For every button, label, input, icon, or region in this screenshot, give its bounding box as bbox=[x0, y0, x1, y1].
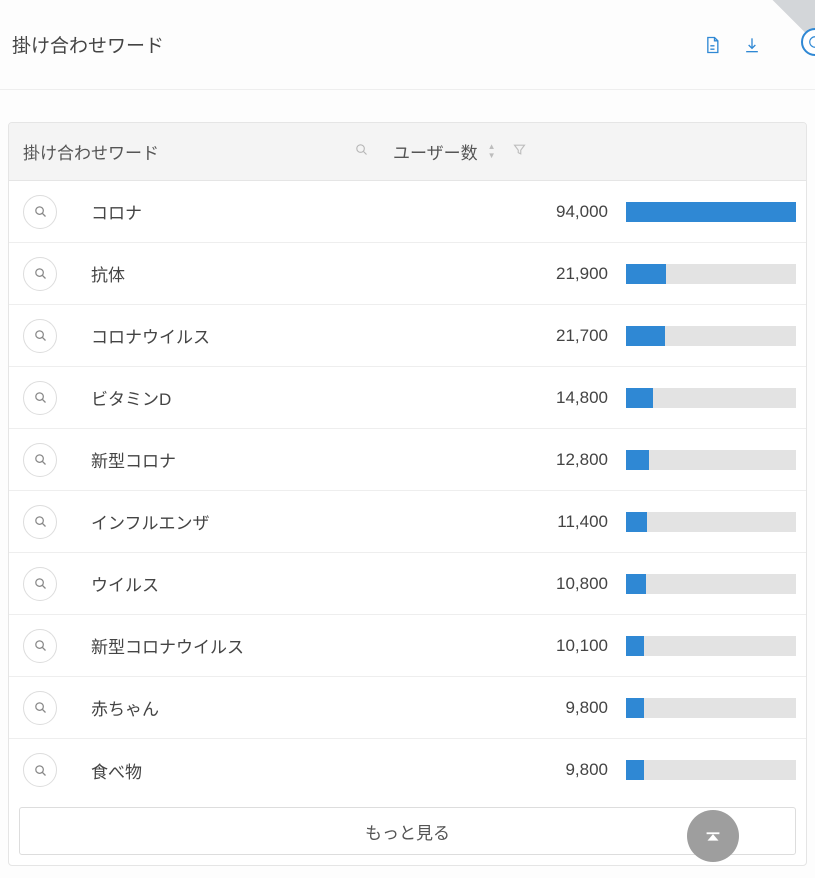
user-count-value: 11,400 bbox=[401, 512, 626, 532]
bar-track bbox=[626, 512, 796, 532]
bar-track bbox=[626, 326, 796, 346]
row-search-button[interactable] bbox=[23, 753, 57, 787]
scroll-to-top-button[interactable] bbox=[687, 810, 739, 862]
table-row: 食べ物 9,800 bbox=[9, 739, 806, 801]
search-icon[interactable] bbox=[354, 142, 369, 162]
column-header-users[interactable]: ユーザー数 ▲▼ bbox=[393, 139, 603, 164]
bar-fill bbox=[626, 760, 644, 780]
show-more-label: もっと見る bbox=[365, 819, 450, 844]
row-search-button[interactable] bbox=[23, 443, 57, 477]
section-header: 掛け合わせワード bbox=[0, 0, 815, 90]
info-icon[interactable] bbox=[801, 28, 815, 56]
show-more-button[interactable]: もっと見る bbox=[19, 807, 796, 855]
keyword-text: ウイルス bbox=[91, 571, 401, 596]
row-search-button[interactable] bbox=[23, 195, 57, 229]
filter-icon[interactable] bbox=[512, 142, 527, 162]
bar-track bbox=[626, 760, 796, 780]
table-row: 赤ちゃん 9,800 bbox=[9, 677, 806, 739]
bar-track bbox=[626, 388, 796, 408]
bar-fill bbox=[626, 636, 644, 656]
table-row: コロナウイルス 21,700 bbox=[9, 305, 806, 367]
table-row: 抗体 21,900 bbox=[9, 243, 806, 305]
bar-fill bbox=[626, 202, 796, 222]
keyword-text: 新型コロナ bbox=[91, 447, 401, 472]
column-header-word[interactable]: 掛け合わせワード bbox=[23, 139, 393, 164]
bar-fill bbox=[626, 574, 646, 594]
bar-fill bbox=[626, 388, 653, 408]
keyword-text: 新型コロナウイルス bbox=[91, 633, 401, 658]
row-search-button[interactable] bbox=[23, 567, 57, 601]
table-row: 新型コロナウイルス 10,100 bbox=[9, 615, 806, 677]
user-count-value: 10,100 bbox=[401, 636, 626, 656]
bar-track bbox=[626, 450, 796, 470]
row-search-button[interactable] bbox=[23, 691, 57, 725]
column-header-word-label: 掛け合わせワード bbox=[23, 139, 159, 164]
user-count-value: 94,000 bbox=[401, 202, 626, 222]
keyword-text: インフルエンザ bbox=[91, 509, 401, 534]
sort-icon[interactable]: ▲▼ bbox=[488, 143, 496, 160]
table-row: コロナ 94,000 bbox=[9, 181, 806, 243]
bar-fill bbox=[626, 264, 666, 284]
user-count-value: 21,900 bbox=[401, 264, 626, 284]
keyword-text: 食べ物 bbox=[91, 758, 401, 783]
row-search-button[interactable] bbox=[23, 319, 57, 353]
keyword-text: 赤ちゃん bbox=[91, 695, 401, 720]
bar-track bbox=[626, 202, 796, 222]
row-search-button[interactable] bbox=[23, 381, 57, 415]
table-header-row: 掛け合わせワード ユーザー数 ▲▼ bbox=[9, 123, 806, 181]
user-count-value: 10,800 bbox=[401, 574, 626, 594]
table-row: ビタミンD 14,800 bbox=[9, 367, 806, 429]
section-title: 掛け合わせワード bbox=[12, 31, 701, 58]
bar-fill bbox=[626, 512, 647, 532]
row-search-button[interactable] bbox=[23, 505, 57, 539]
user-count-value: 9,800 bbox=[401, 760, 626, 780]
row-search-button[interactable] bbox=[23, 257, 57, 291]
bar-fill bbox=[626, 698, 644, 718]
corner-badge bbox=[755, 0, 815, 60]
bar-track bbox=[626, 698, 796, 718]
table-row: ウイルス 10,800 bbox=[9, 553, 806, 615]
keyword-text: 抗体 bbox=[91, 261, 401, 286]
user-count-value: 21,700 bbox=[401, 326, 626, 346]
keyword-text: コロナウイルス bbox=[91, 323, 401, 348]
row-search-button[interactable] bbox=[23, 629, 57, 663]
column-header-users-label: ユーザー数 bbox=[393, 139, 478, 164]
user-count-value: 9,800 bbox=[401, 698, 626, 718]
table-row: インフルエンザ 11,400 bbox=[9, 491, 806, 553]
bar-track bbox=[626, 636, 796, 656]
bar-track bbox=[626, 264, 796, 284]
user-count-value: 12,800 bbox=[401, 450, 626, 470]
keyword-text: ビタミンD bbox=[91, 385, 401, 410]
user-count-value: 14,800 bbox=[401, 388, 626, 408]
table-row: 新型コロナ 12,800 bbox=[9, 429, 806, 491]
keyword-text: コロナ bbox=[91, 199, 401, 224]
bar-track bbox=[626, 574, 796, 594]
document-icon[interactable] bbox=[701, 34, 723, 56]
bar-fill bbox=[626, 326, 665, 346]
keyword-table: 掛け合わせワード ユーザー数 ▲▼ コロナ 94,000 抗体 21 bbox=[8, 122, 807, 866]
bar-fill bbox=[626, 450, 649, 470]
